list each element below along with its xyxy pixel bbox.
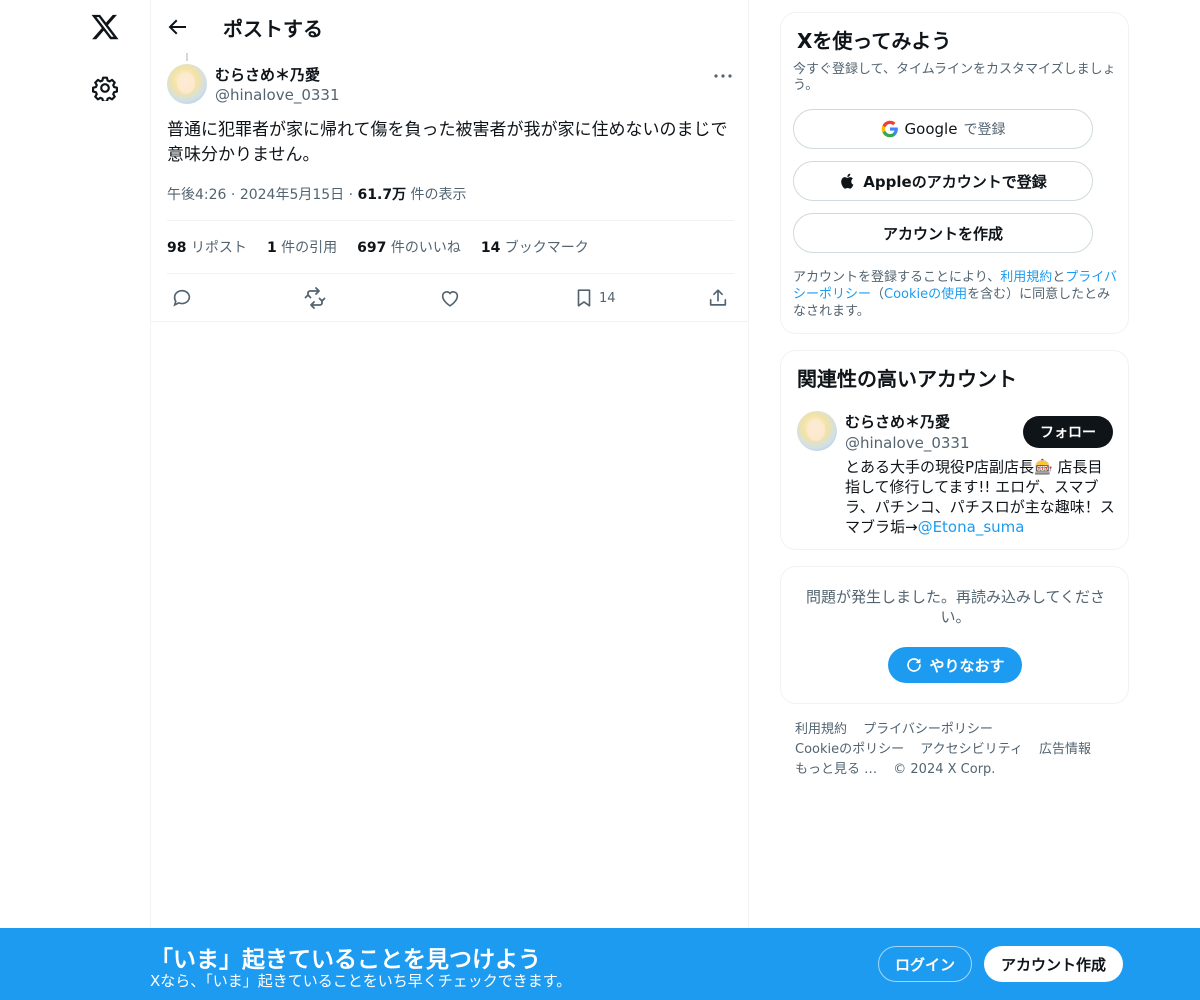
quotes-stat[interactable]: 1 件の引用 (267, 237, 337, 257)
terms-link[interactable]: 利用規約 (1000, 270, 1052, 285)
likes-label: 件のいいね (390, 240, 461, 256)
divider (151, 321, 749, 322)
heart-icon (441, 291, 459, 307)
legal-notice: アカウントを登録することにより、利用規約とプライバシーポリシー（Cookieの使… (793, 269, 1123, 320)
related-account-bio: とある大手の現役P店副店長🎰 店長目指して修行してます!! エロゲ、スマブラ、パ… (845, 457, 1115, 537)
author-name[interactable]: むらさめ＊乃愛 (215, 64, 320, 85)
reply-icon (173, 289, 191, 307)
google-icon (881, 120, 898, 138)
banner-title: 「いま」起きていることを見つけよう (150, 947, 541, 973)
meta-separator: · (230, 187, 240, 203)
related-account-name[interactable]: むらさめ＊乃愛 (845, 411, 950, 432)
more-icon[interactable] (711, 64, 735, 88)
copyright: © 2024 X Corp. (893, 762, 996, 777)
refresh-icon (907, 658, 922, 672)
bookmarks-stat[interactable]: 14 ブックマーク (481, 237, 589, 257)
page-title: ポストする (223, 17, 323, 41)
like-button[interactable] (439, 285, 461, 311)
likes-count: 697 (357, 240, 387, 256)
bio-mention-link[interactable]: @Etona_suma (918, 518, 1025, 536)
divider (167, 273, 734, 274)
quotes-count: 1 (266, 240, 277, 256)
reply-button[interactable] (171, 285, 193, 311)
reposts-stat[interactable]: 98 リポスト (167, 237, 247, 257)
bookmark-icon (577, 289, 591, 307)
apple-icon (841, 173, 854, 189)
follow-button[interactable]: フォロー (1023, 416, 1113, 448)
left-nav (0, 0, 150, 1000)
avatar[interactable] (797, 411, 837, 451)
author-handle[interactable]: @hinalove_0331 (215, 86, 340, 104)
signup-card-title: Xを使ってみよう (797, 29, 952, 53)
bookmarks-count: 14 (480, 240, 501, 256)
main-column: ポストする むらさめ＊乃愛 @hinalove_0331 普通に犯罪者が家に帰れ… (150, 0, 749, 1000)
footer-links: 利用規約 プライバシーポリシー Cookieのポリシー アクセシビリティ 広告情… (795, 720, 1115, 780)
meta-separator: · (348, 187, 358, 203)
error-message: 問題が発生しました。再読み込みしてください。 (805, 588, 1106, 626)
quotes-label: 件の引用 (281, 240, 338, 256)
bookmarks-label: ブックマーク (504, 240, 589, 256)
post-text: 普通に犯罪者が家に帰れて傷を負った被害者が我が家に住めないのまじで意味分かりませ… (167, 120, 728, 165)
arrow-left-icon[interactable] (165, 15, 189, 39)
reposts-label: リポスト (190, 240, 247, 256)
apple-signup-button[interactable]: Appleのアカウントで登録 (793, 161, 1093, 201)
x-logo-icon[interactable] (90, 12, 120, 42)
bookmark-action-count: 14 (599, 290, 616, 306)
banner-subtitle: Xなら、「いま」起きていることをいち早くチェックできます。 (150, 972, 572, 990)
error-card: 問題が発生しました。再読み込みしてください。 やりなおす (780, 566, 1129, 704)
retry-label: やりなおす (929, 656, 1005, 675)
share-button[interactable] (707, 285, 729, 311)
gear-icon[interactable] (92, 75, 118, 101)
related-accounts-card: 関連性の高いアカウント むらさめ＊乃愛 @hinalove_0331 フォロー … (780, 350, 1129, 550)
apple-signup-label: Appleのアカウントで登録 (863, 172, 1047, 191)
signup-card-subtitle: 今すぐ登録して、タイムラインをカスタマイズしましょう。 (793, 62, 1116, 93)
cookie-link[interactable]: Cookieの使用 (884, 287, 967, 302)
google-brand-label: Google (904, 120, 958, 138)
likes-stat[interactable]: 697 件のいいね (357, 237, 461, 257)
footer-link-ads[interactable]: 広告情報 (1039, 742, 1091, 757)
post-stats: 98 リポスト 1 件の引用 697 件のいいね 14 ブックマーク (167, 237, 589, 257)
post-date[interactable]: 2024年5月15日 (240, 187, 344, 203)
legal-pre: アカウントを登録することにより、 (793, 270, 1001, 285)
legal-and: と (1052, 270, 1066, 285)
related-card-title: 関連性の高いアカウント (797, 367, 1017, 391)
footer-link-privacy[interactable]: プライバシーポリシー (863, 722, 993, 737)
repost-button[interactable] (303, 285, 327, 311)
post-actions: 14 (151, 283, 749, 313)
login-button[interactable]: ログイン (878, 946, 972, 982)
signup-card: Xを使ってみよう 今すぐ登録して、タイムラインをカスタマイズしましょう。 Goo… (780, 12, 1129, 334)
post-meta: 午後4:26 · 2024年5月15日 · 61.7万 件の表示 (167, 184, 467, 204)
reposts-count: 98 (167, 240, 187, 256)
create-account-button[interactable]: アカウントを作成 (793, 213, 1093, 253)
thread-line (186, 53, 188, 61)
divider (167, 220, 734, 221)
google-signup-label: で登録 (963, 122, 1006, 138)
legal-mid: （ (871, 287, 885, 302)
bookmark-button[interactable]: 14 (573, 285, 616, 311)
repost-icon (304, 287, 326, 309)
bottom-banner: 「いま」起きていることを見つけよう Xなら、「いま」起きていることをいち早くチェ… (0, 928, 1200, 1000)
header-bar: ポストする (151, 0, 749, 53)
views-label: 件の表示 (410, 187, 467, 203)
retry-button[interactable]: やりなおす (888, 647, 1022, 683)
footer-link-accessibility[interactable]: アクセシビリティ (920, 742, 1023, 757)
post-time[interactable]: 午後4:26 (167, 187, 226, 203)
share-icon (709, 289, 727, 306)
footer-link-cookie[interactable]: Cookieのポリシー (795, 742, 904, 757)
signup-button[interactable]: アカウント作成 (984, 946, 1123, 982)
footer-link-more[interactable]: もっと見る … (795, 762, 877, 777)
google-signup-button[interactable]: Google で登録 (793, 109, 1093, 149)
related-account-handle[interactable]: @hinalove_0331 (845, 434, 970, 452)
create-account-label: アカウントを作成 (882, 224, 1003, 243)
footer-link-terms[interactable]: 利用規約 (795, 722, 847, 737)
avatar[interactable] (167, 64, 207, 104)
views-count: 61.7万 (357, 187, 407, 203)
